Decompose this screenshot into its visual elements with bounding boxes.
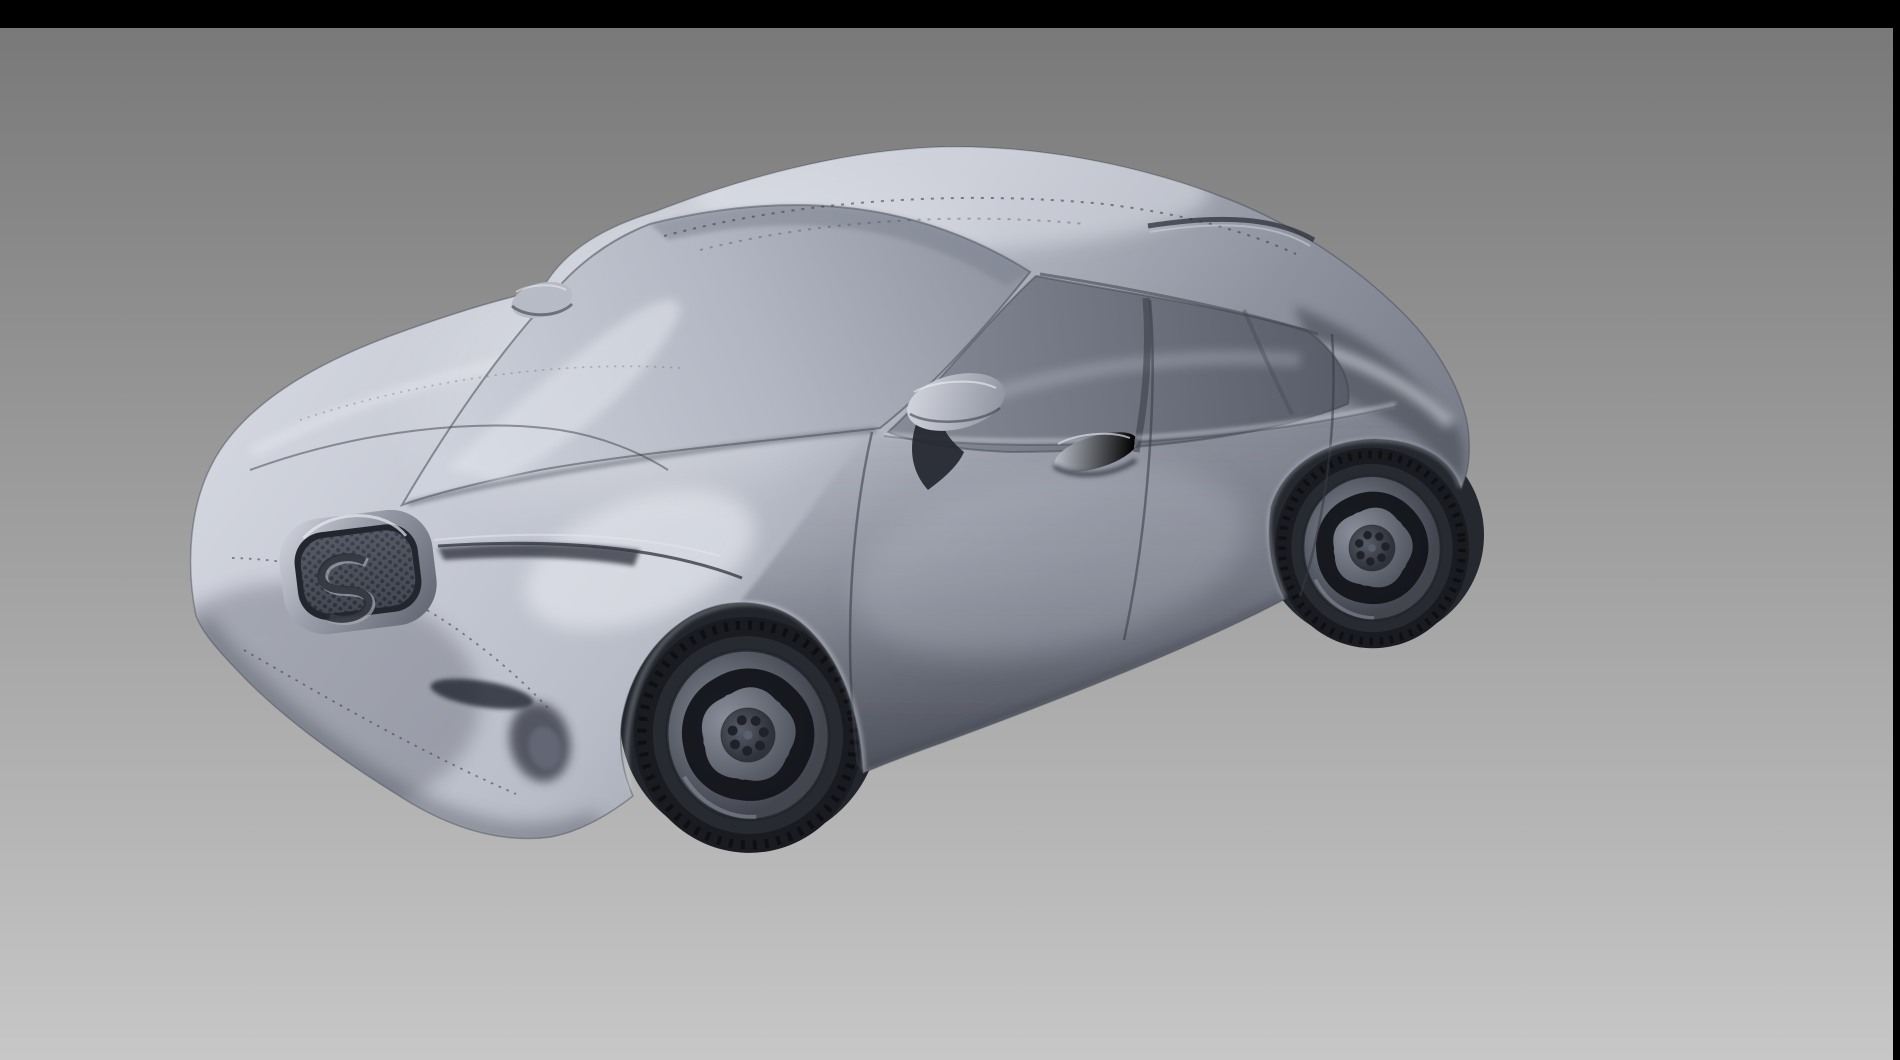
letterbox-right-bar [1893, 0, 1900, 1060]
cad-render-canvas [0, 0, 1900, 1060]
letterbox-top-bar [0, 0, 1900, 28]
render-screen [0, 0, 1900, 1060]
grille [275, 505, 442, 639]
